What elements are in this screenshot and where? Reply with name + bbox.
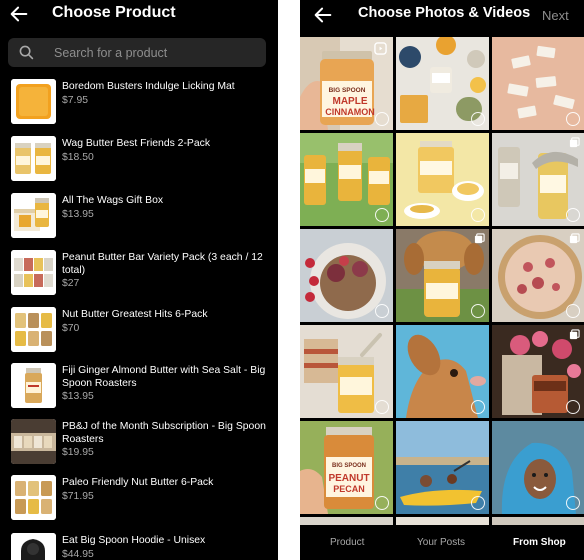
back-arrow-icon[interactable] [312, 4, 334, 26]
select-circle[interactable] [566, 304, 580, 318]
product-price: $7.95 [62, 94, 89, 106]
media-thumbnail[interactable] [396, 325, 489, 418]
jar-flavor-text: PEANUT [328, 473, 369, 484]
product-thumbnail [11, 250, 56, 295]
product-thumbnail [11, 307, 56, 352]
product-name: Eat Big Spoon Hoodie - Unisex [62, 535, 206, 546]
multiple-photos-icon [569, 329, 580, 340]
search-input[interactable] [54, 38, 254, 67]
product-price: $13.95 [62, 208, 94, 220]
select-circle[interactable] [471, 496, 485, 510]
product-thumbnail [11, 363, 56, 408]
select-circle[interactable] [375, 112, 389, 126]
media-thumbnail[interactable] [396, 229, 489, 322]
select-circle[interactable] [375, 304, 389, 318]
product-price: $44.95 [62, 548, 94, 560]
page-title: Choose Photos & Videos [358, 5, 531, 21]
select-circle[interactable] [375, 496, 389, 510]
product-price: $70 [62, 322, 80, 334]
media-thumbnail[interactable] [492, 37, 584, 130]
search-icon [19, 45, 34, 60]
media-thumbnail[interactable] [492, 421, 584, 514]
product-name: Fiji Ginger Almond Butter with Sea Salt … [62, 365, 266, 389]
jar-flavor-text: CINNAMON [325, 107, 375, 117]
product-item[interactable]: Boredom Busters Indulge Licking Mat $7.95 [0, 79, 278, 129]
product-price: $19.95 [62, 447, 94, 459]
media-thumbnail[interactable]: BIG SPOON MAPLE CINNAMON [300, 37, 393, 130]
product-thumbnail [11, 136, 56, 181]
product-item[interactable]: Eat Big Spoon Hoodie - Unisex $44.95 [0, 533, 278, 560]
select-circle[interactable] [471, 304, 485, 318]
source-tabs: Product Your Posts From Shop [300, 525, 584, 560]
product-name: Paleo Friendly Nut Butter 6-Pack [62, 477, 214, 488]
product-item[interactable]: Fiji Ginger Almond Butter with Sea Salt … [0, 363, 278, 413]
product-price: $13.95 [62, 391, 94, 403]
media-thumbnail[interactable] [492, 517, 584, 525]
product-name: PB&J of the Month Subscription - Big Spo… [62, 421, 266, 445]
media-thumbnail[interactable] [300, 517, 393, 525]
product-header: Choose Product [0, 0, 278, 30]
product-name: Nut Butter Greatest Hits 6-Pack [62, 309, 208, 320]
select-circle[interactable] [375, 208, 389, 222]
product-item[interactable]: Wag Butter Best Friends 2-Pack $18.50 [0, 136, 278, 186]
select-circle[interactable] [566, 400, 580, 414]
select-circle[interactable] [471, 208, 485, 222]
select-circle[interactable] [566, 208, 580, 222]
product-thumbnail [11, 533, 56, 560]
jar-flavor-text: PECAN [333, 484, 365, 494]
multiple-photos-icon [474, 233, 485, 244]
media-thumbnail[interactable] [396, 421, 489, 514]
jar-brand-text: BIG SPOON [329, 87, 366, 94]
search-bar[interactable] [8, 38, 266, 67]
media-thumbnail[interactable] [300, 325, 393, 418]
back-arrow-icon[interactable] [8, 3, 30, 25]
multiple-photos-icon [569, 137, 580, 148]
media-thumbnail[interactable] [396, 133, 489, 226]
product-item[interactable]: PB&J of the Month Subscription - Big Spo… [0, 419, 278, 469]
jar-flavor-text: MAPLE [333, 96, 368, 107]
media-thumbnail[interactable]: BIG SPOON PEANUT PECAN [300, 421, 393, 514]
select-circle[interactable] [471, 112, 485, 126]
product-thumbnail [11, 79, 56, 124]
product-name: Peanut Butter Bar Variety Pack (3 each /… [62, 252, 263, 276]
media-thumbnail[interactable] [396, 517, 489, 525]
media-thumbnail[interactable] [396, 37, 489, 130]
select-circle[interactable] [566, 112, 580, 126]
tab-from-shop[interactable]: From Shop [513, 537, 566, 548]
product-item[interactable]: Peanut Butter Bar Variety Pack (3 each /… [0, 250, 278, 300]
select-circle[interactable] [375, 400, 389, 414]
jar-brand-text: BIG SPOON [332, 463, 366, 469]
product-item[interactable]: Nut Butter Greatest Hits 6-Pack $70 [0, 307, 278, 357]
product-thumbnail [11, 193, 56, 238]
media-grid: BIG SPOON MAPLE CINNAMON BIG SPOON PEANU… [300, 37, 584, 525]
choose-product-panel: Choose Product Boredom Busters Indulge L… [0, 0, 278, 560]
next-button[interactable]: Next [542, 8, 569, 23]
select-circle[interactable] [566, 496, 580, 510]
media-thumbnail[interactable] [300, 229, 393, 322]
product-name: Wag Butter Best Friends 2-Pack [62, 138, 211, 149]
tab-your-posts[interactable]: Your Posts [417, 537, 465, 548]
page-title: Choose Product [52, 4, 176, 21]
reel-icon [374, 42, 387, 55]
media-thumbnail[interactable] [492, 229, 584, 322]
product-name: Boredom Busters Indulge Licking Mat [62, 81, 235, 92]
product-name: All The Wags Gift Box [62, 195, 164, 206]
select-circle[interactable] [471, 400, 485, 414]
product-thumbnail [11, 475, 56, 520]
media-thumbnail[interactable] [492, 325, 584, 418]
product-price: $71.95 [62, 490, 94, 502]
product-price: $18.50 [62, 151, 94, 163]
product-item[interactable]: All The Wags Gift Box $13.95 [0, 193, 278, 243]
product-item[interactable]: Paleo Friendly Nut Butter 6-Pack $71.95 [0, 475, 278, 525]
media-thumbnail[interactable] [300, 133, 393, 226]
product-thumbnail [11, 419, 56, 464]
choose-photos-panel: Choose Photos & Videos Next BIG SPOON MA… [300, 0, 584, 560]
product-price: $27 [62, 278, 80, 290]
multiple-photos-icon [569, 233, 580, 244]
media-thumbnail[interactable] [492, 133, 584, 226]
tab-product[interactable]: Product [330, 537, 364, 548]
